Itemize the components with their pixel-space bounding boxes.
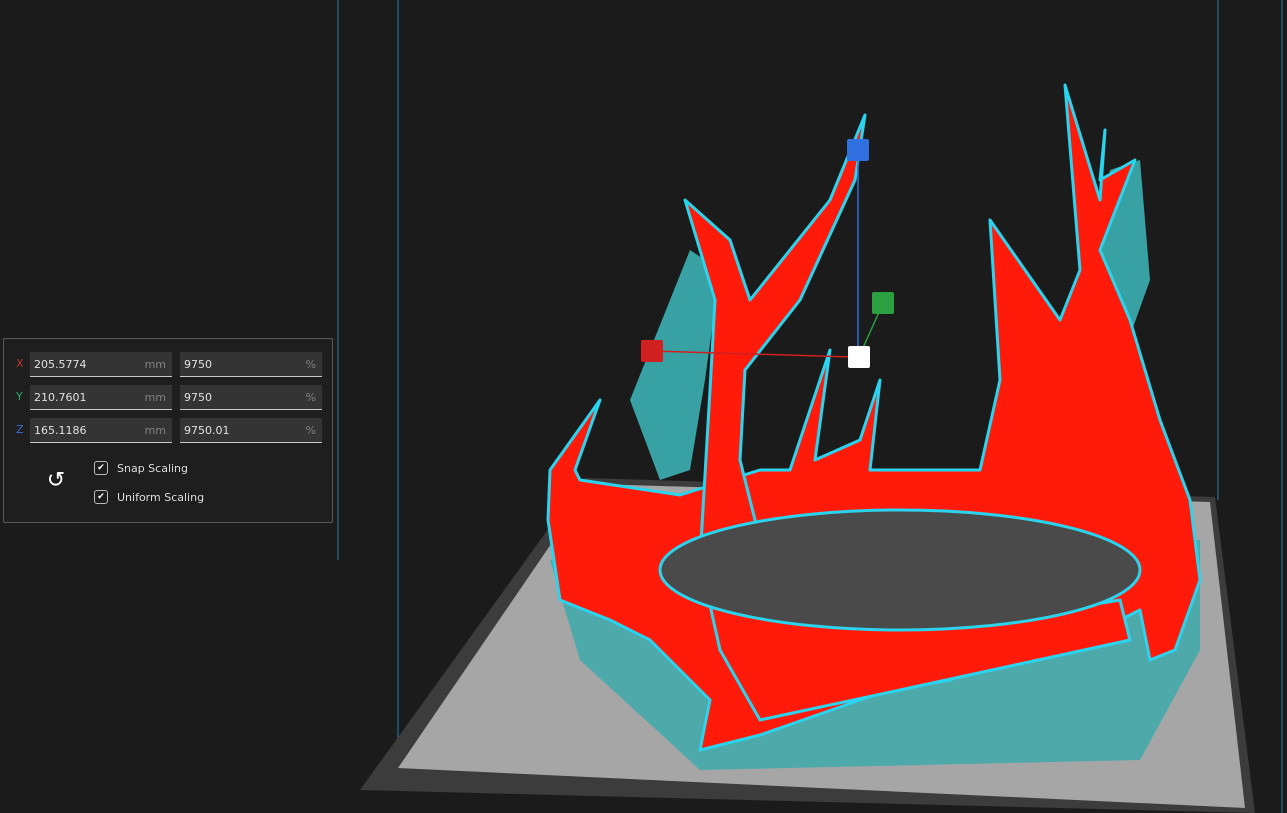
scale-row-y: Y 210.7601 mm 9750% [4,385,332,411]
scale-tool-panel: X 205.5774 mm 9750% Y 210.7601 mm 9750% Z … [3,338,333,523]
percent-x-input[interactable]: 9750% [180,352,322,377]
scale-handle-y[interactable] [872,292,894,314]
percent-z-value: 9750.01 [184,424,230,437]
reset-scale-button[interactable]: ↺ [44,469,68,493]
axis-label-y: Y [16,390,23,403]
scale-handle-uniform[interactable] [848,346,870,368]
uniform-scaling-checkbox[interactable]: ✔ Uniform Scaling [94,490,294,508]
checkmark-icon: ✔ [94,490,108,504]
unit-percent: % [305,424,316,437]
model-inner-opening [658,508,1142,632]
scale-handle-x[interactable] [641,340,663,362]
size-x-value: 205.5774 [34,358,87,371]
size-y-value: 210.7601 [34,391,87,404]
snap-scaling-label: Snap Scaling [117,462,189,475]
percent-y-input[interactable]: 9750% [180,385,322,410]
axis-label-x: X [16,357,24,370]
scale-row-x: X 205.5774 mm 9750% [4,352,332,378]
axis-label-z: Z [16,423,24,436]
size-z-input[interactable]: 165.1186 mm [30,418,172,443]
unit-mm: mm [144,391,166,404]
size-y-input[interactable]: 210.7601 mm [30,385,172,410]
checkmark-icon: ✔ [94,461,108,475]
rotate-ccw-icon: ↺ [46,468,66,493]
size-x-input[interactable]: 205.5774 mm [30,352,172,377]
scale-handle-z[interactable] [847,139,869,161]
unit-mm: mm [144,424,166,437]
unit-percent: % [305,358,316,371]
unit-mm: mm [144,358,166,371]
percent-z-input[interactable]: 9750.01% [180,418,322,443]
uniform-scaling-label: Uniform Scaling [117,491,205,504]
percent-y-value: 9750 [184,391,212,404]
snap-scaling-checkbox[interactable]: ✔ Snap Scaling [94,461,294,479]
unit-percent: % [305,391,316,404]
size-z-value: 165.1186 [34,424,87,437]
percent-x-value: 9750 [184,358,212,371]
scale-row-z: Z 165.1186 mm 9750.01% [4,418,332,444]
